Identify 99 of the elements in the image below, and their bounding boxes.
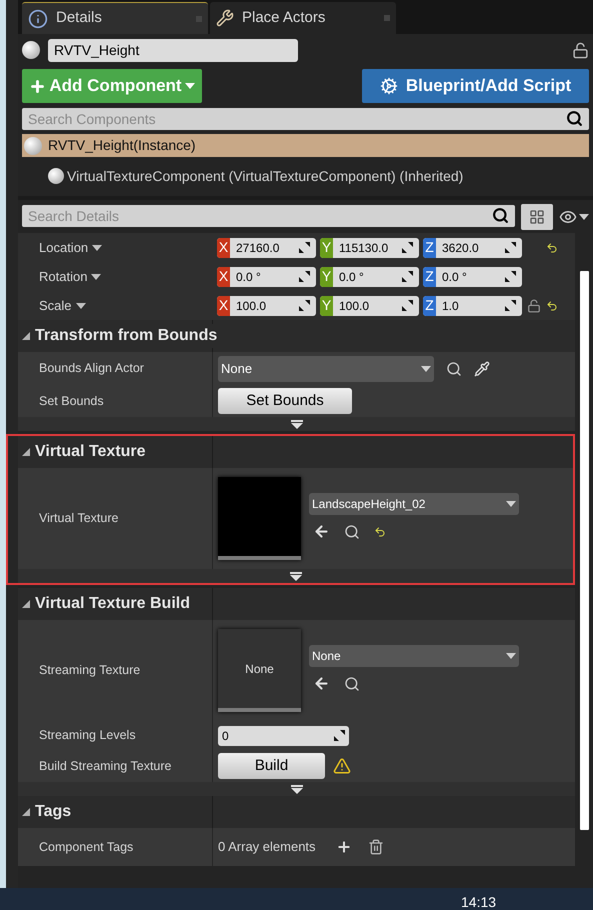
- axis-label: Y: [320, 296, 333, 316]
- number-field[interactable]: Z 3620.0: [423, 238, 522, 258]
- caret-icon: [421, 366, 431, 372]
- number-field[interactable]: Y 115130.0: [320, 238, 419, 258]
- texture-thumbnail[interactable]: [218, 477, 301, 560]
- caret-icon: [506, 501, 516, 507]
- reset-icon[interactable]: [374, 526, 386, 538]
- spin-arrows-icon: [299, 242, 310, 253]
- property-label: Component Tags: [39, 838, 134, 856]
- spin-arrows-icon: [402, 242, 413, 253]
- spin-arrows-icon: [505, 242, 516, 253]
- property-label: Streaming Levels: [39, 727, 136, 744]
- property-label: Build Streaming Texture: [39, 758, 172, 775]
- thumbnail-label: None: [245, 660, 274, 678]
- advanced-toggle[interactable]: [18, 417, 575, 431]
- info-icon: [28, 8, 48, 28]
- property-label: Streaming Texture: [39, 662, 140, 680]
- component-row[interactable]: VirtualTextureComponent (VirtualTextureComponent) (Inherited): [22, 157, 589, 195]
- search-icon[interactable]: [344, 524, 360, 540]
- property-label: Virtual Texture: [39, 510, 118, 528]
- panel-tab[interactable]: Place Actors: [210, 2, 396, 34]
- plus-icon: [29, 78, 46, 94]
- dropdown[interactable]: None: [218, 356, 434, 382]
- expand-triangle-icon[interactable]: [22, 600, 30, 608]
- search-icon: [566, 110, 583, 127]
- spin-arrows-icon: [402, 271, 413, 282]
- axis-label: X: [217, 238, 230, 258]
- asset-dropdown[interactable]: LandscapeHeight_02: [309, 493, 519, 515]
- caret-icon: [506, 653, 516, 659]
- action-button[interactable]: Set Bounds: [218, 388, 352, 414]
- texture-thumbnail[interactable]: None: [218, 629, 301, 712]
- search-field[interactable]: Search Components: [22, 108, 589, 130]
- property-label: Rotation: [39, 268, 88, 286]
- axis-label: Z: [423, 266, 436, 286]
- spin-arrows-icon: [299, 300, 310, 311]
- caret-icon: [579, 214, 589, 220]
- actor-name-field[interactable]: RVTV_Height: [48, 38, 298, 62]
- use-selected-icon[interactable]: [313, 675, 330, 692]
- spin-arrows-icon: [334, 730, 345, 741]
- property-label: Set Bounds: [39, 392, 104, 410]
- number-field[interactable]: Y 100.0: [320, 296, 419, 316]
- property-label: Location: [39, 238, 88, 257]
- trash-icon[interactable]: [368, 839, 384, 855]
- property-label: Bounds Align Actor: [39, 360, 144, 378]
- caret-icon: [92, 244, 102, 250]
- asset-dropdown[interactable]: None: [309, 645, 519, 667]
- section-title: Transform from Bounds: [35, 324, 218, 348]
- advanced-toggle[interactable]: [18, 782, 575, 796]
- spin-arrows-icon: [402, 300, 413, 311]
- expand-arrow-icon: [290, 784, 302, 794]
- expand-triangle-icon[interactable]: [22, 808, 30, 816]
- expand-arrow-icon: [290, 420, 302, 428]
- gears-icon: [380, 77, 398, 95]
- view-options-button[interactable]: [521, 204, 553, 230]
- panel-tab[interactable]: Details: [22, 2, 208, 34]
- add-icon[interactable]: [336, 839, 352, 855]
- reset-icon[interactable]: [546, 300, 558, 312]
- use-selected-icon[interactable]: [313, 523, 330, 540]
- axis-label: Y: [320, 266, 333, 286]
- blueprint-button[interactable]: Blueprint/Add Script: [362, 69, 589, 103]
- lock-icon[interactable]: [572, 42, 589, 58]
- warning-icon: [333, 757, 351, 775]
- number-field[interactable]: Z 1.0: [423, 296, 522, 316]
- lock-icon[interactable]: [527, 298, 541, 312]
- search-icon: [492, 206, 509, 224]
- spin-arrows-icon: [299, 271, 310, 282]
- axis-label: Y: [320, 238, 333, 258]
- expand-triangle-icon[interactable]: [22, 448, 30, 456]
- search-icon[interactable]: [344, 676, 360, 692]
- advanced-toggle[interactable]: [18, 569, 573, 583]
- scrollbar-thumb[interactable]: [580, 271, 588, 830]
- axis-label: X: [217, 296, 230, 316]
- number-field[interactable]: Z 0.0 °: [423, 266, 522, 286]
- axis-label: Z: [423, 238, 436, 258]
- number-field[interactable]: Y 0.0 °: [320, 266, 419, 286]
- spin-arrows-icon: [505, 271, 516, 282]
- search-icon[interactable]: [446, 360, 462, 376]
- property-label: Scale: [39, 296, 72, 315]
- number-field[interactable]: X 0.0 °: [217, 266, 316, 286]
- expand-arrow-icon: [290, 572, 302, 580]
- axis-label: Z: [423, 296, 436, 316]
- array-count: 0 Array elements: [218, 838, 316, 856]
- grid-icon: [529, 208, 545, 224]
- caret-icon: [184, 83, 195, 89]
- clock: 14:13: [461, 894, 496, 910]
- caret-icon: [91, 274, 102, 280]
- axis-label: X: [217, 266, 230, 286]
- spin-arrows-icon: [505, 300, 516, 311]
- expand-triangle-icon[interactable]: [22, 332, 30, 340]
- action-button[interactable]: Build: [218, 753, 325, 779]
- search-field[interactable]: Search Details: [22, 204, 515, 226]
- eyedropper-icon[interactable]: [474, 360, 490, 376]
- wrench-icon: [216, 9, 234, 27]
- component-row[interactable]: RVTV_Height(Instance): [22, 134, 589, 157]
- number-field[interactable]: X 100.0: [217, 296, 316, 316]
- number-field[interactable]: 0: [218, 726, 349, 746]
- reset-icon[interactable]: [546, 242, 558, 254]
- number-field[interactable]: X 27160.0: [217, 238, 316, 258]
- caret-icon: [76, 302, 86, 308]
